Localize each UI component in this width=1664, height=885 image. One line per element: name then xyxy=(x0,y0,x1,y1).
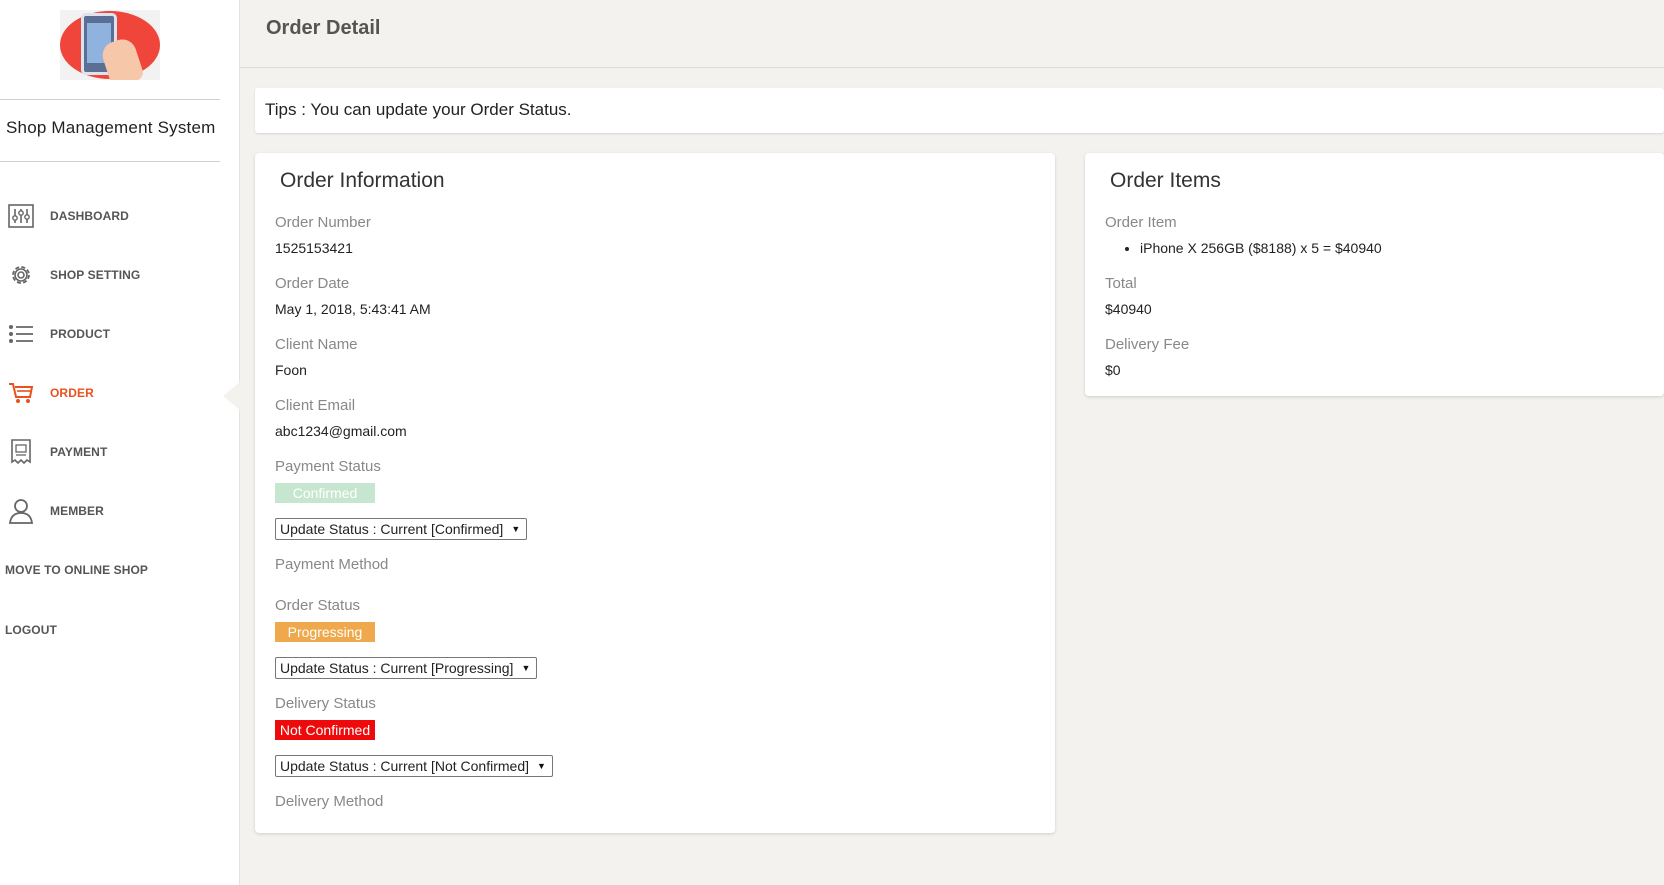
nav-item-dashboard[interactable]: DASHBOARD xyxy=(0,196,235,236)
list-icon xyxy=(7,320,35,348)
card-title: Order Items xyxy=(1110,169,1221,192)
order-date-label: Order Date xyxy=(275,275,350,292)
shopping-cart-icon xyxy=(7,379,35,407)
order-date-value: May 1, 2018, 5:43:41 AM xyxy=(275,301,431,317)
nav-label: ORDER xyxy=(50,386,94,400)
divider xyxy=(0,99,220,100)
card-title: Order Information xyxy=(280,169,445,192)
nav-label: PAYMENT xyxy=(50,445,108,459)
sidebar: Shop Management System DASHBOARD SHOP SE… xyxy=(0,0,240,885)
nav-label: PRODUCT xyxy=(50,327,111,341)
active-indicator xyxy=(223,382,240,410)
nav-item-payment[interactable]: PAYMENT xyxy=(0,432,235,472)
user-icon xyxy=(7,497,35,525)
page-title: Order Detail xyxy=(266,17,381,39)
order-item-label: Order Item xyxy=(1105,214,1177,231)
nav-item-logout[interactable]: LOGOUT xyxy=(0,610,235,650)
tips-banner: Tips : You can update your Order Status. xyxy=(255,88,1664,133)
nav-item-member[interactable]: MEMBER xyxy=(0,491,235,531)
divider xyxy=(0,161,220,162)
delivery-status-label: Delivery Status xyxy=(275,695,376,712)
receipt-icon xyxy=(7,438,35,466)
order-items-card: Order Items Order Item iPhone X 256GB ($… xyxy=(1085,153,1664,396)
nav-label: LOGOUT xyxy=(5,623,57,637)
order-item-list: iPhone X 256GB ($8188) x 5 = $40940 xyxy=(1120,240,1382,256)
list-item: iPhone X 256GB ($8188) x 5 = $40940 xyxy=(1140,240,1382,256)
select-value: Update Status : Current [Progressing] xyxy=(280,660,514,676)
chevron-down-icon: ▼ xyxy=(511,524,521,534)
delivery-status-badge: Not Confirmed xyxy=(275,720,375,740)
order-number-label: Order Number xyxy=(275,214,371,231)
delivery-fee-label: Delivery Fee xyxy=(1105,336,1190,353)
gear-icon xyxy=(7,261,35,289)
nav-label: MOVE TO ONLINE SHOP xyxy=(5,563,149,577)
nav-item-move-to-online-shop[interactable]: MOVE TO ONLINE SHOP xyxy=(0,550,235,590)
select-value: Update Status : Current [Confirmed] xyxy=(280,521,504,537)
delivery-fee-value: $0 xyxy=(1105,362,1121,378)
order-status-label: Order Status xyxy=(275,597,361,614)
nav-item-order[interactable]: ORDER xyxy=(0,373,235,413)
brand-name: Shop Management System xyxy=(6,118,216,137)
total-value: $40940 xyxy=(1105,301,1152,317)
order-status-badge: Progressing xyxy=(275,622,375,642)
total-label: Total xyxy=(1105,275,1137,292)
client-name-value: Foon xyxy=(275,362,307,378)
payment-status-label: Payment Status xyxy=(275,458,381,475)
nav-label: MEMBER xyxy=(50,504,104,518)
client-email-label: Client Email xyxy=(275,397,356,414)
select-value: Update Status : Current [Not Confirmed] xyxy=(280,758,529,774)
page-header: Order Detail xyxy=(240,0,1664,68)
dashboard-sliders-icon xyxy=(7,202,35,230)
client-name-label: Client Name xyxy=(275,336,358,353)
nav-label: DASHBOARD xyxy=(50,209,129,223)
nav-label: SHOP SETTING xyxy=(50,268,141,282)
payment-status-badge: Confirmed xyxy=(275,483,375,503)
shop-logo xyxy=(60,10,160,80)
chevron-down-icon: ▼ xyxy=(537,761,546,771)
payment-status-select[interactable]: Update Status : Current [Confirmed] ▼ xyxy=(275,518,528,540)
order-status-select[interactable]: Update Status : Current [Progressing] ▼ xyxy=(275,657,538,679)
nav-item-product[interactable]: PRODUCT xyxy=(0,314,235,354)
delivery-method-label: Delivery Method xyxy=(275,793,384,810)
nav-item-shop-setting[interactable]: SHOP SETTING xyxy=(0,255,235,295)
client-email-value: abc1234@gmail.com xyxy=(275,423,407,439)
chevron-down-icon: ▼ xyxy=(521,663,531,673)
delivery-status-select[interactable]: Update Status : Current [Not Confirmed] … xyxy=(275,755,553,777)
order-number-value: 1525153421 xyxy=(275,240,353,256)
order-information-card: Order Information Order Number 152515342… xyxy=(255,153,1055,833)
payment-method-label: Payment Method xyxy=(275,556,389,573)
